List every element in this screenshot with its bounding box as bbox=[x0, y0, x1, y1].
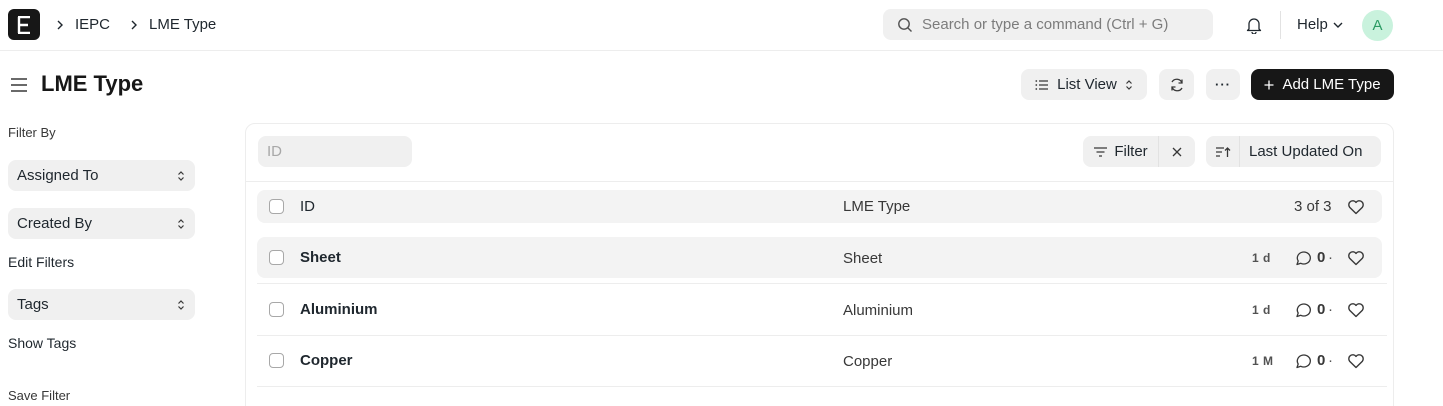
row-id[interactable]: Sheet bbox=[300, 249, 341, 266]
column-header-id: ID bbox=[300, 198, 315, 215]
row-modified: 1 d bbox=[1252, 303, 1271, 317]
heart-icon[interactable] bbox=[1347, 198, 1365, 216]
list-view-label: List View bbox=[1057, 76, 1117, 93]
search-input[interactable] bbox=[922, 16, 1212, 33]
navbar: IEPC LME Type Help A bbox=[0, 0, 1443, 51]
row-id[interactable]: Copper bbox=[300, 352, 353, 369]
breadcrumb: IEPC LME Type bbox=[56, 16, 236, 33]
assigned-to-filter[interactable]: Assigned To bbox=[8, 160, 195, 191]
comment-icon bbox=[1296, 302, 1311, 317]
app-logo[interactable] bbox=[8, 9, 40, 40]
comment-icon bbox=[1296, 250, 1311, 265]
table-row[interactable]: Copper Copper 1 M 0 · bbox=[257, 340, 1382, 381]
list-view-switcher[interactable]: List View bbox=[1021, 69, 1147, 100]
sort-group: Last Updated On bbox=[1206, 136, 1381, 167]
notification-bell-icon[interactable] bbox=[1244, 15, 1264, 35]
more-actions-button[interactable]: ··· bbox=[1206, 69, 1240, 100]
row-comments[interactable]: 0 bbox=[1295, 301, 1325, 318]
chevron-up-down-icon bbox=[178, 218, 184, 229]
column-header-lme-type: LME Type bbox=[843, 198, 911, 215]
row-id[interactable]: Aluminium bbox=[300, 301, 378, 318]
row-comments[interactable]: 0 bbox=[1295, 249, 1325, 266]
show-tags-link[interactable]: Show Tags bbox=[8, 335, 76, 351]
user-avatar[interactable]: A bbox=[1362, 10, 1393, 41]
add-lme-type-button[interactable]: Add LME Type bbox=[1251, 69, 1394, 100]
row-separator-dot: · bbox=[1328, 301, 1333, 318]
refresh-icon bbox=[1170, 78, 1183, 91]
filter-label: Filter bbox=[1114, 143, 1148, 160]
comment-count: 0 bbox=[1317, 301, 1326, 318]
heart-icon[interactable] bbox=[1347, 249, 1365, 267]
row-comments[interactable]: 0 bbox=[1295, 352, 1325, 369]
row-divider bbox=[257, 386, 1387, 387]
heart-icon[interactable] bbox=[1347, 301, 1365, 319]
chevron-right-icon bbox=[130, 20, 140, 30]
select-all-checkbox[interactable] bbox=[269, 199, 284, 214]
filter-button[interactable]: Filter bbox=[1083, 136, 1159, 167]
card-divider bbox=[246, 181, 1393, 182]
save-filter-link[interactable]: Save Filter bbox=[8, 388, 70, 403]
chevron-up-down-icon bbox=[178, 299, 184, 310]
tags-filter[interactable]: Tags bbox=[8, 289, 195, 320]
created-by-label: Created By bbox=[17, 215, 93, 232]
chevron-down-icon bbox=[1333, 22, 1343, 28]
id-filter-input[interactable] bbox=[258, 136, 412, 167]
more-icon: ··· bbox=[1215, 77, 1231, 92]
row-separator-dot: · bbox=[1328, 249, 1333, 266]
row-modified: 1 M bbox=[1252, 354, 1274, 368]
plus-icon bbox=[1264, 80, 1274, 89]
row-lme-type: Aluminium bbox=[843, 302, 914, 319]
table-row[interactable]: Aluminium Aluminium 1 d 0 · bbox=[257, 289, 1382, 330]
reload-button[interactable] bbox=[1159, 69, 1194, 100]
row-checkbox[interactable] bbox=[269, 302, 284, 317]
heart-icon[interactable] bbox=[1347, 352, 1365, 370]
breadcrumb-item-lme-type[interactable]: LME Type bbox=[149, 16, 216, 33]
filter-icon bbox=[1094, 146, 1108, 157]
clear-filter-button[interactable] bbox=[1159, 136, 1195, 167]
comment-icon bbox=[1296, 353, 1311, 368]
filter-by-label: Filter By bbox=[8, 125, 56, 140]
add-lme-type-label: Add LME Type bbox=[1282, 76, 1381, 93]
list-icon bbox=[1035, 79, 1049, 90]
row-divider bbox=[257, 335, 1387, 336]
created-by-filter[interactable]: Created By bbox=[8, 208, 195, 239]
sort-order-button[interactable] bbox=[1206, 136, 1240, 167]
record-count: 3 of 3 bbox=[1294, 198, 1332, 215]
chevron-up-down-icon bbox=[1125, 79, 1132, 90]
search-bar[interactable] bbox=[883, 9, 1213, 40]
row-lme-type: Sheet bbox=[843, 250, 883, 267]
filter-group: Filter bbox=[1083, 136, 1195, 167]
app-logo-icon bbox=[17, 15, 30, 34]
comment-count: 0 bbox=[1317, 352, 1326, 369]
navbar-divider bbox=[1280, 11, 1281, 39]
help-label: Help bbox=[1297, 16, 1328, 33]
help-dropdown[interactable]: Help bbox=[1297, 16, 1343, 33]
sidebar-toggle-icon[interactable] bbox=[10, 76, 28, 94]
list-header-row: ID LME Type 3 of 3 bbox=[257, 190, 1382, 223]
assigned-to-label: Assigned To bbox=[17, 167, 99, 184]
row-checkbox[interactable] bbox=[269, 353, 284, 368]
row-separator-dot: · bbox=[1328, 352, 1333, 369]
search-icon bbox=[898, 17, 912, 32]
chevron-up-down-icon bbox=[178, 170, 184, 181]
row-lme-type: Copper bbox=[843, 353, 893, 370]
chevron-right-icon bbox=[56, 20, 66, 30]
sort-ascending-icon bbox=[1215, 146, 1230, 157]
comment-count: 0 bbox=[1317, 249, 1326, 266]
breadcrumb-item-iepc[interactable]: IEPC bbox=[75, 16, 110, 33]
row-checkbox[interactable] bbox=[269, 250, 284, 265]
row-divider bbox=[257, 283, 1387, 284]
page-title: LME Type bbox=[41, 71, 144, 96]
sort-field-selector[interactable]: Last Updated On bbox=[1240, 143, 1362, 160]
edit-filters-link[interactable]: Edit Filters bbox=[8, 254, 74, 270]
row-modified: 1 d bbox=[1252, 251, 1271, 265]
close-icon bbox=[1172, 147, 1182, 156]
tags-label: Tags bbox=[17, 296, 49, 313]
table-row[interactable]: Sheet Sheet 1 d 0 · bbox=[257, 237, 1382, 278]
